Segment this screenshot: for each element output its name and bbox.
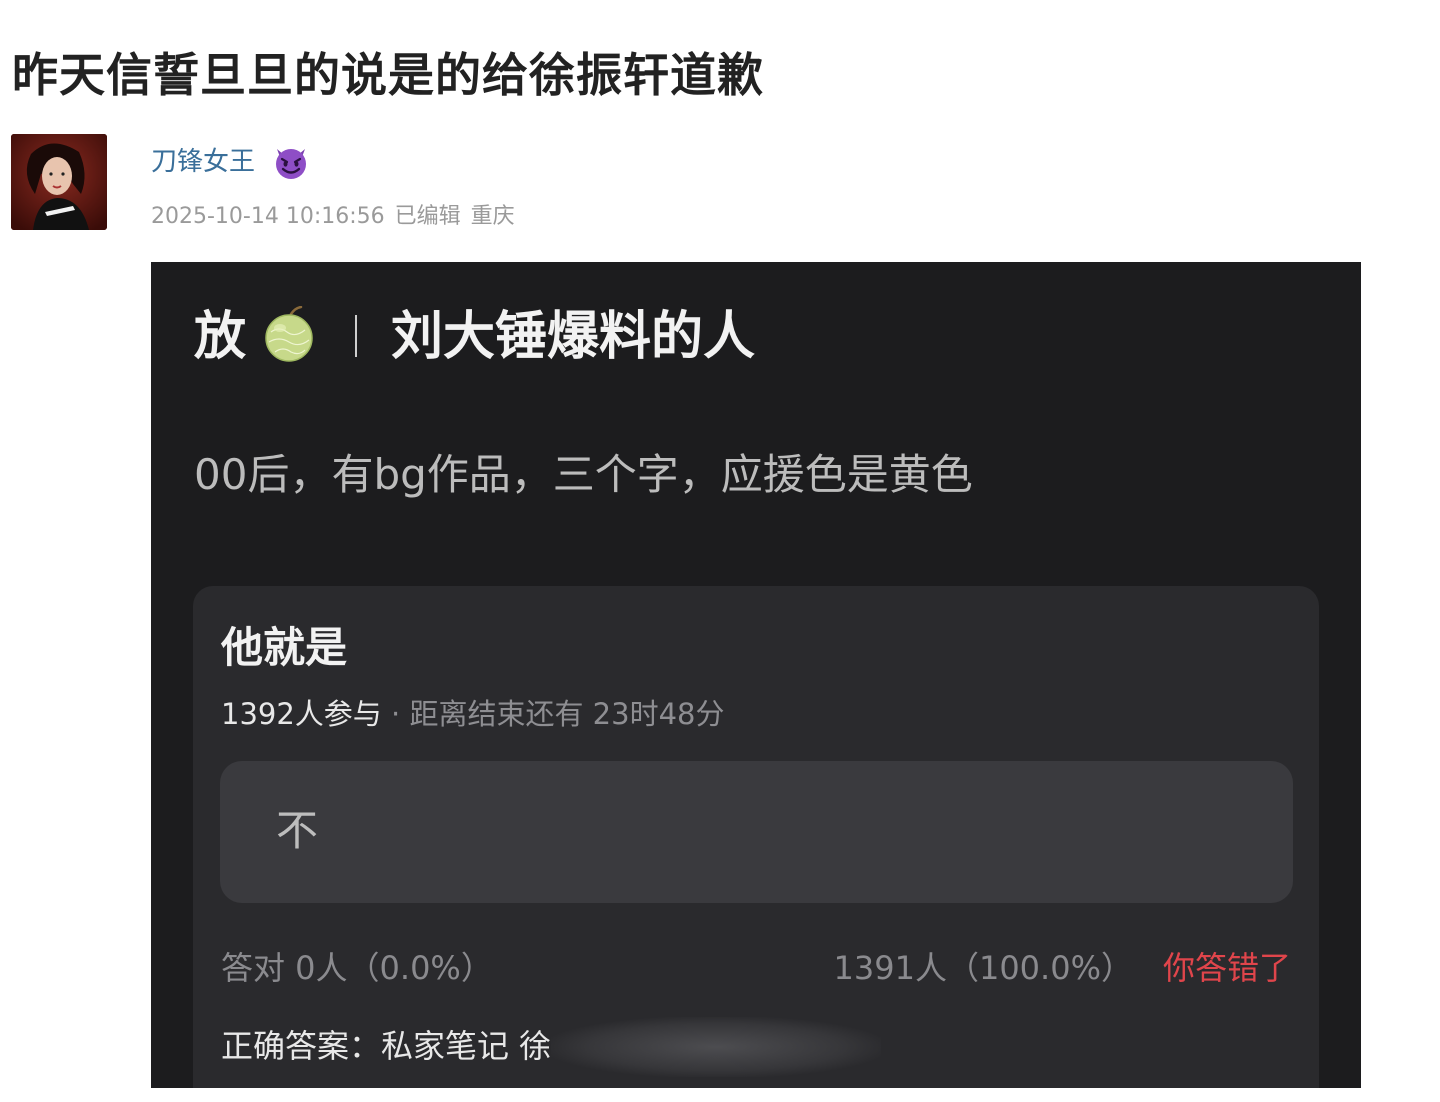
quiz-option[interactable]: 不 <box>220 761 1293 903</box>
author-avatar[interactable] <box>11 134 107 230</box>
quiz-stats: 1392人参与 · 距离结束还有 23时48分 <box>221 694 725 734</box>
option-count: 1391人（100.0%） <box>833 949 1133 987</box>
watermark-overlay <box>551 1017 881 1077</box>
embedded-screenshot: 放 刘大锤爆料的人 00后，有bg作品，三个字，应援色是黄色 他就是 1392人… <box>151 262 1361 1088</box>
stats-separator: · <box>391 697 401 731</box>
avatar-photo <box>11 134 107 230</box>
edited-label: 已编辑 <box>394 204 461 229</box>
quiz-card: 他就是 1392人参与 · 距离结束还有 23时48分 不 答对 0人（0.0%… <box>193 586 1319 1088</box>
embed-title-left: 放 <box>194 307 247 367</box>
melon-icon <box>265 306 313 362</box>
post-timestamp: 2025-10-14 10:16:56 <box>151 204 385 229</box>
title-divider <box>355 315 357 357</box>
participants-count: 1392人参与 <box>221 697 382 731</box>
correct-count: 答对 0人（0.0%） <box>221 949 493 987</box>
post-location: 重庆 <box>470 204 515 229</box>
correct-answer: 正确答案：私家笔记 徐 <box>221 1027 552 1065</box>
quiz-option-label: 不 <box>276 806 319 855</box>
smiling-devil-icon <box>276 149 306 179</box>
post-title: 昨天信誓旦旦的说是的给徐振轩道歉 <box>12 48 764 102</box>
option-result: 1391人（100.0%） 你答错了 <box>834 944 1291 992</box>
wrong-answer-status: 你答错了 <box>1162 949 1291 987</box>
embed-title-right: 刘大锤爆料的人 <box>391 307 756 367</box>
post-meta: 2025-10-14 10:16:56 已编辑 重庆 <box>151 202 525 232</box>
embed-description: 00后，有bg作品，三个字，应援色是黄色 <box>194 450 973 499</box>
quiz-question: 他就是 <box>221 623 348 672</box>
time-remaining: 距离结束还有 23时48分 <box>409 697 725 731</box>
author-name[interactable]: 刀锋女王 <box>151 142 255 182</box>
